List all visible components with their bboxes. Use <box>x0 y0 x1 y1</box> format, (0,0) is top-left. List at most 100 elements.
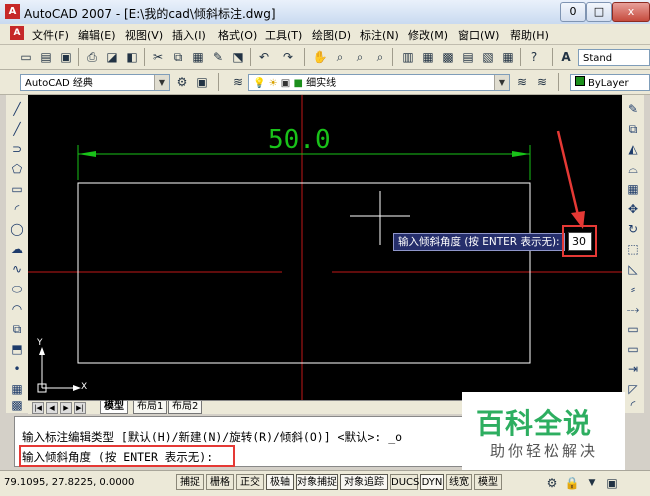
close-button[interactable]: x <box>612 2 650 22</box>
minimize-button[interactable]: 0 <box>560 2 586 22</box>
color-select[interactable]: ByLayer <box>570 74 650 91</box>
array-icon[interactable]: ▦ <box>625 181 641 197</box>
rectangle-outline[interactable] <box>77 182 531 364</box>
calculator-icon[interactable]: ▦ <box>500 49 516 65</box>
document-menu-icon[interactable]: A <box>10 26 24 40</box>
chevron-down-icon[interactable]: ▼ <box>494 75 509 90</box>
clean-screen-icon[interactable]: ▣ <box>604 475 620 491</box>
snap-toggle[interactable]: 捕捉 <box>176 474 204 490</box>
markup-icon[interactable]: ▧ <box>480 49 496 65</box>
menu-help[interactable]: 帮助(H) <box>510 27 549 43</box>
open-file-icon[interactable]: ▤ <box>38 49 54 65</box>
ortho-toggle[interactable]: 正交 <box>236 474 264 490</box>
restore-button[interactable]: □ <box>586 2 612 22</box>
model-space-toggle[interactable]: 模型 <box>474 474 502 490</box>
chevron-down-icon[interactable]: ▼ <box>154 75 169 90</box>
layer-select[interactable]: 💡 ☀ ▣ ■ 细实线 ▼ <box>248 74 510 91</box>
print-icon[interactable]: ⎙ <box>84 49 100 65</box>
cut-icon[interactable]: ✂ <box>150 49 166 65</box>
erase-icon[interactable]: ✎ <box>625 101 641 117</box>
pan-icon[interactable]: ✋ <box>312 49 328 65</box>
design-center-icon[interactable]: ▦ <box>420 49 436 65</box>
new-file-icon[interactable]: ▭ <box>18 49 34 65</box>
dimension-text[interactable]: 50.0 <box>268 125 331 155</box>
zoom-realtime-icon[interactable]: ⌕ <box>332 49 348 65</box>
polar-toggle[interactable]: 极轴 <box>266 474 294 490</box>
menu-tools[interactable]: 工具(T) <box>265 27 302 43</box>
undo-icon[interactable]: ↶ <box>256 49 272 65</box>
lock-icon[interactable]: 🔒 <box>564 475 580 491</box>
sheet-set-icon[interactable]: ▤ <box>460 49 476 65</box>
otrack-toggle[interactable]: 对象追踪 <box>340 474 388 490</box>
join-icon[interactable]: ⇥ <box>625 361 641 377</box>
revision-cloud-icon[interactable]: ☁ <box>9 241 25 257</box>
paste-icon[interactable]: ▦ <box>190 49 206 65</box>
circle-icon[interactable]: ◯ <box>9 221 25 237</box>
save-workspace-icon[interactable]: ▣ <box>194 74 210 90</box>
ducs-toggle[interactable]: DUCS <box>390 474 419 490</box>
ellipse-arc-icon[interactable]: ◠ <box>9 301 25 317</box>
trim-icon[interactable]: ⸗ <box>625 281 641 297</box>
grid-toggle[interactable]: 栅格 <box>206 474 234 490</box>
fillet-icon[interactable]: ◜ <box>625 397 641 413</box>
extend-icon[interactable]: ⤏ <box>625 301 641 317</box>
text-style-select[interactable]: Stand <box>578 49 650 66</box>
first-tab-icon[interactable]: |◀ <box>32 402 44 414</box>
last-tab-icon[interactable]: ▶| <box>74 402 86 414</box>
zoom-previous-icon[interactable]: ⌕ <box>372 49 388 65</box>
workspace-select[interactable]: AutoCAD 经典 ▼ <box>20 74 170 91</box>
hatch-icon[interactable]: ▦ <box>9 381 25 397</box>
dyn-toggle[interactable]: DYN <box>420 474 444 490</box>
next-tab-icon[interactable]: ▶ <box>60 402 72 414</box>
break-icon[interactable]: ▭ <box>625 341 641 357</box>
plot-preview-icon[interactable]: ◪ <box>104 49 120 65</box>
menu-edit[interactable]: 编辑(E) <box>78 27 116 43</box>
stretch-icon[interactable]: ◺ <box>625 261 641 277</box>
spline-icon[interactable]: ∿ <box>9 261 25 277</box>
mirror-icon[interactable]: ◭ <box>625 141 641 157</box>
menu-view[interactable]: 视图(V) <box>125 27 163 43</box>
tool-palettes-icon[interactable]: ▩ <box>440 49 456 65</box>
coordinate-readout[interactable]: 79.1095, 27.8225, 0.0000 <box>4 477 134 488</box>
menu-window[interactable]: 窗口(W) <box>458 27 499 43</box>
lineweight-toggle[interactable]: 线宽 <box>446 474 472 490</box>
match-properties-icon[interactable]: ✎ <box>210 49 226 65</box>
make-object-layer-current-icon[interactable]: ≋ <box>514 74 530 90</box>
scale-icon[interactable]: ⬚ <box>625 241 641 257</box>
tab-model[interactable]: 模型 <box>100 401 128 414</box>
workspace-settings-icon[interactable]: ⚙ <box>174 74 190 90</box>
osnap-toggle[interactable]: 对象捕捉 <box>296 474 338 490</box>
polyline-icon[interactable]: ⊃ <box>9 141 25 157</box>
block-editor-icon[interactable]: ⬔ <box>230 49 246 65</box>
menu-modify[interactable]: 修改(M) <box>408 27 448 43</box>
line-icon[interactable]: ╱ <box>9 101 25 117</box>
menu-file[interactable]: 文件(F) <box>32 27 69 43</box>
break-at-point-icon[interactable]: ▭ <box>625 321 641 337</box>
menu-insert[interactable]: 插入(I) <box>172 27 206 43</box>
menu-dimension[interactable]: 标注(N) <box>360 27 399 43</box>
make-block-icon[interactable]: ⬒ <box>9 341 25 357</box>
polygon-icon[interactable]: ⬠ <box>9 161 25 177</box>
publish-icon[interactable]: ◧ <box>124 49 140 65</box>
arc-icon[interactable]: ◜ <box>9 201 25 217</box>
insert-block-icon[interactable]: ⧉ <box>9 321 25 337</box>
rectangle-icon[interactable]: ▭ <box>9 181 25 197</box>
chevron-down-icon[interactable]: ▼ <box>584 475 600 491</box>
tab-layout2[interactable]: 布局2 <box>168 401 203 414</box>
point-icon[interactable]: • <box>9 361 25 377</box>
save-icon[interactable]: ▣ <box>58 49 74 65</box>
layer-previous-icon[interactable]: ≋ <box>534 74 550 90</box>
menu-format[interactable]: 格式(O) <box>218 27 257 43</box>
rotate-icon[interactable]: ↻ <box>625 221 641 237</box>
redo-icon[interactable]: ↷ <box>280 49 296 65</box>
menu-draw[interactable]: 绘图(D) <box>312 27 351 43</box>
move-icon[interactable]: ✥ <box>625 201 641 217</box>
chamfer-icon[interactable]: ◸ <box>625 381 641 397</box>
properties-icon[interactable]: ▥ <box>400 49 416 65</box>
autocad-app-icon[interactable]: A <box>5 4 20 19</box>
construction-line-icon[interactable]: ╱ <box>9 121 25 137</box>
layer-manager-icon[interactable]: ≋ <box>230 74 246 90</box>
text-style-icon[interactable]: A <box>558 49 574 65</box>
copy-icon[interactable]: ⧉ <box>170 49 186 65</box>
tab-layout1[interactable]: 布局1 <box>133 401 168 414</box>
